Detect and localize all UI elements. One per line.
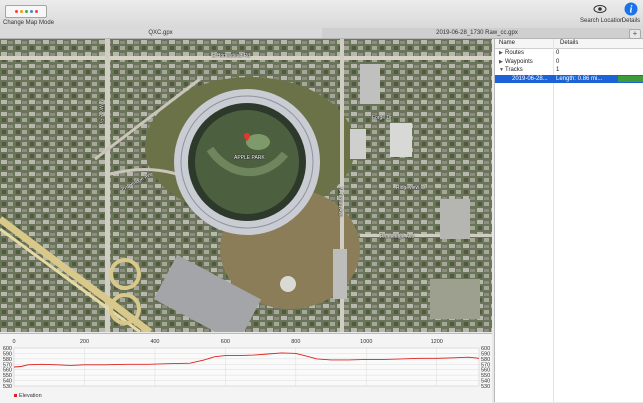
tracks-label: Tracks: [505, 67, 523, 73]
legend-swatch: [14, 394, 17, 397]
waypoints-count: 0: [556, 58, 560, 65]
col-name-header[interactable]: Name: [495, 39, 556, 48]
tab-raw-track[interactable]: 2019-06-28_1730 Raw_cc.gpx: [322, 28, 632, 38]
pruneridge-avenue-east-label: Pruneridge Ave: [380, 234, 415, 240]
waypoints-row[interactable]: ▶ Waypoints 0: [495, 58, 643, 67]
panel-header: Name Details: [495, 39, 643, 49]
details-button[interactable]: i Details: [620, 2, 642, 24]
wolfe-road-label: N Wolfe Rd: [97, 99, 104, 125]
x-tick-label: 1200: [431, 339, 443, 345]
track-length: Length: 0.86 mi...: [556, 75, 603, 82]
toolbar: Change Map Mode Search Location i Detail…: [0, 0, 643, 29]
x-tick-label: 1000: [360, 339, 372, 345]
elevation-plot: 600 600590 590580 580570 570560 560550 550540 5…: [3, 339, 490, 399]
info-icon: i: [624, 2, 638, 16]
eye-icon: [593, 5, 607, 13]
selected-track-row[interactable]: 2019-06-28... Length: 0.86 mi...: [495, 74, 643, 83]
tracks-row[interactable]: ▼Tracks 1: [495, 66, 643, 75]
ridgeview-label: Ridgeview Ct: [396, 185, 426, 191]
details-label: Details: [621, 18, 641, 24]
add-tab-button[interactable]: +: [629, 29, 641, 39]
y-tick-label-left: 530: [3, 384, 12, 390]
homestead-road-label: E Homestead Rd: [212, 53, 251, 59]
search-location-button[interactable]: Search Location: [580, 2, 624, 24]
col-details-header[interactable]: Details: [556, 39, 578, 48]
waypoints-label: Waypoints: [505, 58, 533, 65]
track-name: 2019-06-28...: [512, 75, 548, 82]
x-tick-label: 800: [291, 339, 300, 345]
change-map-mode-label: Change Map Mode: [3, 20, 55, 26]
map-mode-icon: [5, 5, 47, 18]
tab-bar: QXC.gpx 2019-06-28_1730 Raw_cc.gpx +: [0, 28, 643, 39]
change-map-mode-button[interactable]: Change Map Mode: [3, 2, 55, 26]
track-color-swatch: [618, 75, 643, 82]
routes-row[interactable]: ▶ Routes 0: [495, 49, 643, 58]
tab-qxc[interactable]: QXC.gpx: [0, 28, 321, 38]
tracks-count: 1: [556, 67, 560, 73]
routes-count: 0: [556, 50, 560, 56]
routes-label: Routes: [505, 50, 525, 56]
forge-drive-label: Forge Dr: [372, 115, 392, 121]
plot-area: [13, 347, 480, 387]
column-divider: [553, 39, 554, 402]
legend-label: Elevation: [19, 393, 42, 399]
y-tick-label-right: 530: [481, 384, 490, 390]
x-tick-label: 0: [12, 339, 15, 345]
x-tick-label: 400: [150, 339, 159, 345]
apple-park-label: APPLE PARK: [234, 155, 265, 161]
elevation-chart: 600 600 590 590 580 580 570 570 560 560 550 550 540 5…: [0, 333, 492, 403]
tantau-avenue-label: N Tantau Ave: [336, 187, 343, 217]
search-location-label: Search Location: [580, 18, 624, 24]
x-tick-label: 200: [80, 339, 89, 345]
svg-text:i: i: [630, 5, 633, 16]
x-tick-label: 600: [221, 339, 230, 345]
satellite-map[interactable]: E Homestead Rd APPLE PARK Pruneridge Ave…: [0, 39, 492, 332]
details-panel: Name Details ▶ Routes 0 ▶ Waypoints 0 ▼Tra…: [494, 39, 643, 402]
